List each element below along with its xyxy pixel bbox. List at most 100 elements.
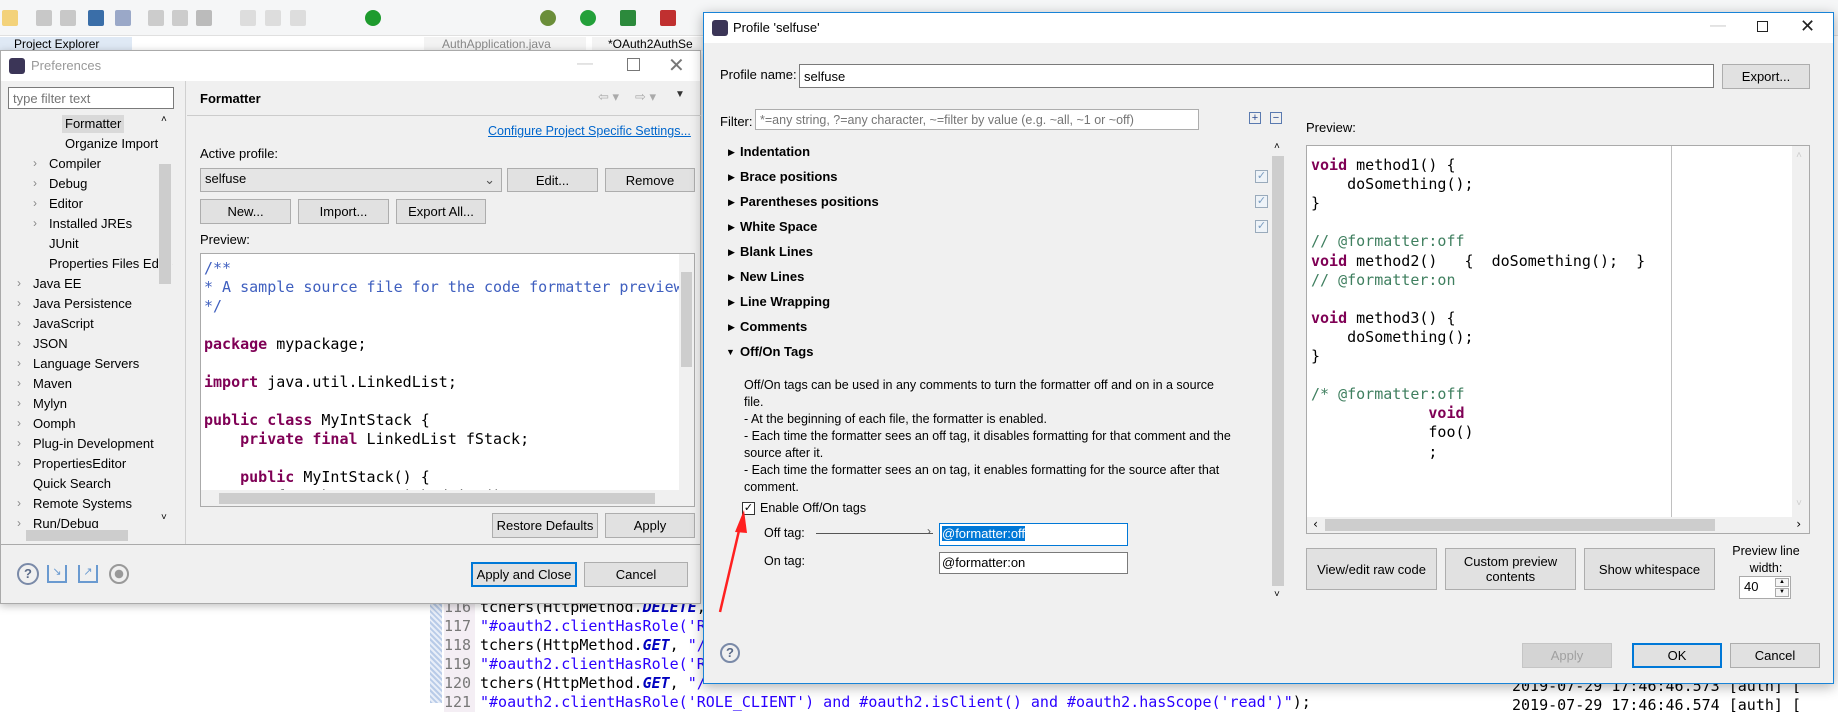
tree-item[interactable]: Remote Systems <box>30 495 135 513</box>
chevron-right-icon[interactable]: › <box>17 276 21 290</box>
restore-defaults-button[interactable]: Restore Defaults <box>492 513 598 538</box>
spring-boot-icon[interactable] <box>365 10 381 26</box>
nav-back-icon[interactable]: ⇦ ▾ <box>598 89 619 105</box>
new-profile-button[interactable]: New... <box>200 199 291 224</box>
apply-button[interactable]: Apply <box>1522 643 1612 668</box>
terminate-icon[interactable] <box>196 10 212 26</box>
chevron-right-icon[interactable]: › <box>17 376 21 390</box>
tab-project-explorer[interactable]: Project Explorer <box>0 37 132 51</box>
caret-down-icon[interactable]: ▼ <box>726 347 735 357</box>
remove-profile-button[interactable]: Remove <box>605 168 695 192</box>
active-profile-select[interactable]: selfuse ⌄ <box>200 168 502 192</box>
tree-horizontal-scrollbar[interactable] <box>8 528 172 543</box>
chevron-right-icon[interactable]: › <box>33 176 37 190</box>
tree-item[interactable]: Debug <box>46 175 90 193</box>
chevron-right-icon[interactable]: › <box>17 356 21 370</box>
resume-icon[interactable] <box>148 10 164 26</box>
chevron-right-icon[interactable]: › <box>17 396 21 410</box>
tree-item[interactable]: Quick Search <box>30 475 114 493</box>
external-tools-icon[interactable] <box>660 10 676 26</box>
tree-item[interactable]: Formatter <box>62 115 125 133</box>
minimize-button[interactable]: — <box>1710 17 1726 35</box>
ok-button[interactable]: OK <box>1632 643 1722 668</box>
apply-button[interactable]: Apply <box>605 513 695 538</box>
pane-divider[interactable] <box>185 81 186 544</box>
help-icon[interactable]: ? <box>17 563 39 585</box>
collapse-all-icon[interactable]: − <box>1270 112 1282 124</box>
step-into-icon[interactable] <box>240 10 256 26</box>
expand-all-icon[interactable]: + <box>1249 112 1261 124</box>
chevron-right-icon[interactable]: › <box>17 416 21 430</box>
settings-vertical-scrollbar[interactable]: ˄ ˅ <box>1271 139 1285 605</box>
skip-breakpoints-icon[interactable] <box>115 10 131 26</box>
close-button[interactable]: ✕ <box>1800 16 1815 37</box>
section-header[interactable]: Comments <box>740 319 807 334</box>
section-header[interactable]: White Space <box>740 219 817 234</box>
edit-profile-button[interactable]: Edit... <box>507 168 598 192</box>
caret-right-icon[interactable]: ▶ <box>728 197 735 208</box>
section-header[interactable]: Parentheses positions <box>740 194 879 209</box>
scroll-thumb[interactable] <box>159 164 171 284</box>
tree-item[interactable]: Plug-in Development <box>30 435 157 453</box>
view-menu-icon[interactable]: ▼ <box>675 89 685 100</box>
on-tag-input[interactable]: @formatter:on <box>939 552 1128 574</box>
chevron-right-icon[interactable]: › <box>17 496 21 510</box>
nav-forward-icon[interactable]: ⇨ ▾ <box>635 89 656 105</box>
debug-icon[interactable] <box>540 10 556 26</box>
cancel-button[interactable]: Cancel <box>1730 643 1820 668</box>
record-icon[interactable] <box>109 564 129 584</box>
preview-horizontal-scrollbar[interactable] <box>201 490 694 506</box>
export-all-button[interactable]: Export All... <box>396 199 486 224</box>
filter-input[interactable] <box>755 109 1199 130</box>
minimize-button[interactable]: — <box>577 55 593 73</box>
enable-off-on-label[interactable]: Enable Off/On tags <box>760 501 866 515</box>
chevron-right-icon[interactable]: › <box>17 316 21 330</box>
caret-right-icon[interactable]: ▶ <box>728 222 735 233</box>
off-tag-input[interactable]: @formatter:off <box>939 523 1128 546</box>
scroll-thumb[interactable] <box>26 530 128 541</box>
preferences-tree[interactable]: Formatter Organize Imports › Compiler › Debug… <box>1 113 173 543</box>
scroll-thumb[interactable] <box>1325 519 1715 531</box>
import-preferences-icon[interactable]: ↘ <box>47 565 67 583</box>
section-header[interactable]: Off/On Tags <box>740 344 813 359</box>
preview-line-width-spinner[interactable]: 40 ▲ ▼ <box>1739 576 1791 599</box>
maximize-button[interactable] <box>1757 21 1768 32</box>
caret-right-icon[interactable]: ▶ <box>728 272 735 283</box>
scroll-thumb[interactable] <box>1272 156 1284 586</box>
tree-item[interactable]: Java Persistence <box>30 295 135 313</box>
preferences-filter-input[interactable] <box>8 87 174 109</box>
tab-oauth2-auth[interactable]: *OAuth2AuthSe <box>592 37 704 51</box>
chevron-right-icon[interactable]: › <box>17 456 21 470</box>
tab-auth-application[interactable]: AuthApplication.java <box>424 37 586 51</box>
scroll-thumb[interactable] <box>681 272 692 367</box>
scroll-down-icon[interactable]: ˅ <box>1796 498 1802 510</box>
suspend-icon[interactable] <box>172 10 188 26</box>
chevron-right-icon[interactable]: › <box>17 296 21 310</box>
coverage-icon[interactable] <box>620 10 636 26</box>
tree-item[interactable]: Language Servers <box>30 355 142 373</box>
scroll-up-icon[interactable]: ˄ <box>161 114 167 125</box>
apply-and-close-button[interactable]: Apply and Close <box>471 562 577 587</box>
caret-right-icon[interactable]: ▶ <box>728 172 735 183</box>
preview-vertical-scrollbar[interactable] <box>679 254 694 491</box>
section-header[interactable]: Indentation <box>740 144 810 159</box>
chevron-right-icon[interactable]: › <box>17 436 21 450</box>
tree-item[interactable]: Installed JREs <box>46 215 135 233</box>
tree-item[interactable]: Mylyn <box>30 395 70 413</box>
chevron-right-icon[interactable]: › <box>33 216 37 230</box>
tree-vertical-scrollbar[interactable]: ˄ ˅ <box>158 114 172 526</box>
tree-item[interactable]: JSON <box>30 335 71 353</box>
section-header[interactable]: Blank Lines <box>740 244 813 259</box>
tree-item[interactable]: JavaScript <box>30 315 97 333</box>
scroll-thumb[interactable] <box>219 493 655 504</box>
show-whitespace-button[interactable]: Show whitespace <box>1584 548 1715 590</box>
terminal-icon[interactable] <box>88 10 104 26</box>
scroll-up-icon[interactable]: ˄ <box>1274 141 1280 152</box>
profile-name-input[interactable] <box>799 64 1714 88</box>
tree-item[interactable]: Compiler <box>46 155 104 173</box>
cancel-button[interactable]: Cancel <box>584 562 688 587</box>
tree-item[interactable]: Organize Imports <box>62 135 168 153</box>
help-icon[interactable]: ? <box>720 643 740 663</box>
tree-item[interactable]: Maven <box>30 375 75 393</box>
section-header[interactable]: Line Wrapping <box>740 294 830 309</box>
